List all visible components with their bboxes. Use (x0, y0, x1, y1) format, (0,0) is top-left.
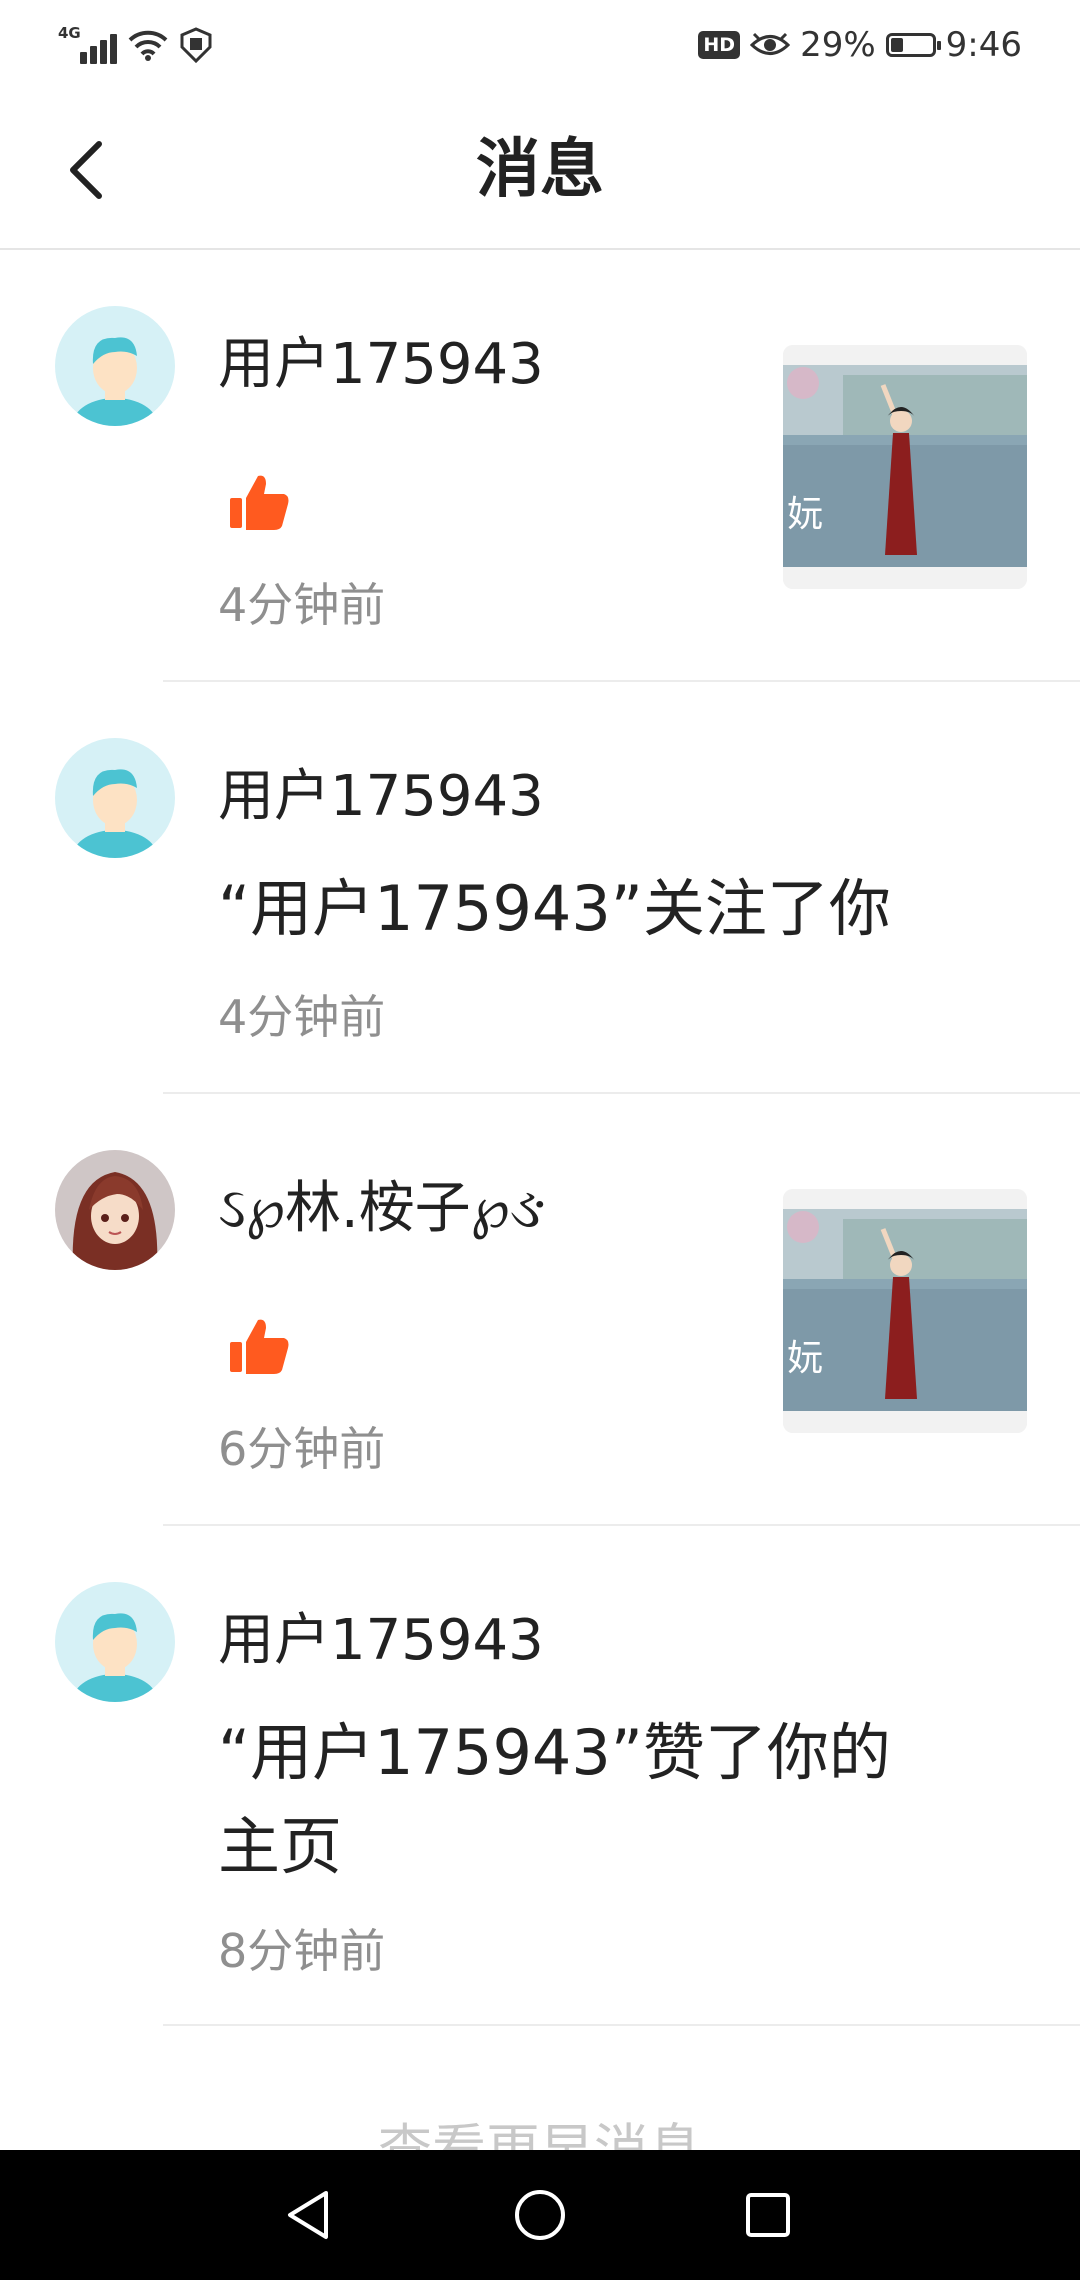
battery-icon (885, 33, 941, 57)
thumbnail-caption: 妧 (787, 1338, 824, 1379)
battery-percent: 29% (800, 25, 876, 65)
message-item[interactable]: 用户175943 4分钟前 妧 (0, 250, 1080, 682)
system-nav-bar (0, 2150, 1080, 2280)
nav-recents-button[interactable] (728, 2175, 808, 2255)
message-time: 6分钟前 (218, 1422, 386, 1476)
sender-name: 用户175943 (218, 764, 544, 829)
message-text: “用户175943”关注了你 (218, 872, 891, 945)
thumbnail-caption: 妧 (787, 494, 824, 535)
avatar[interactable] (55, 1150, 175, 1270)
hd-icon: HD (698, 31, 741, 59)
divider (163, 2024, 1080, 2026)
avatar[interactable] (55, 1582, 175, 1702)
avatar[interactable] (55, 738, 175, 858)
message-item[interactable]: 用户175943 “用户175943”关注了你 4分钟前 (0, 682, 1080, 1094)
recents-square-icon (746, 2193, 790, 2237)
post-thumbnail[interactable]: 妧 (783, 1189, 1027, 1433)
message-text: “用户175943”赞了你的主页 (218, 1716, 891, 1883)
eye-icon (750, 32, 791, 55)
message-item[interactable]: ઽ℘林.桉子℘ઙ 6分钟前 妧 (0, 1094, 1080, 1526)
thumbs-up-icon (230, 1319, 289, 1374)
thumbs-up-icon (230, 475, 289, 530)
wifi-icon (128, 30, 168, 61)
message-item[interactable]: 用户175943 “用户175943”赞了你的主页 8分钟前 (0, 1526, 1080, 2026)
message-time: 4分钟前 (218, 990, 386, 1044)
shield-icon (180, 27, 212, 63)
clock: 9:46 (945, 25, 1022, 65)
post-thumbnail[interactable]: 妧 (783, 345, 1027, 589)
back-triangle-icon (288, 2191, 328, 2239)
nav-back-button[interactable] (268, 2175, 348, 2255)
sender-name: 用户175943 (218, 1608, 544, 1673)
sender-name: 用户175943 (218, 332, 544, 397)
signal-icon: 4G (58, 24, 118, 66)
sender-name: ઽ℘林.桉子℘ઙ (218, 1176, 546, 1241)
status-bar: 4G HD 29% 9:46 (0, 0, 1080, 90)
home-circle-icon (515, 2190, 565, 2240)
nav-home-button[interactable] (500, 2175, 580, 2255)
network-label: 4G (58, 24, 81, 42)
message-time: 8分钟前 (218, 1924, 386, 1978)
avatar[interactable] (55, 306, 175, 426)
header: 消息 (0, 90, 1080, 250)
message-time: 4分钟前 (218, 578, 386, 632)
page-title: 消息 (476, 133, 604, 207)
